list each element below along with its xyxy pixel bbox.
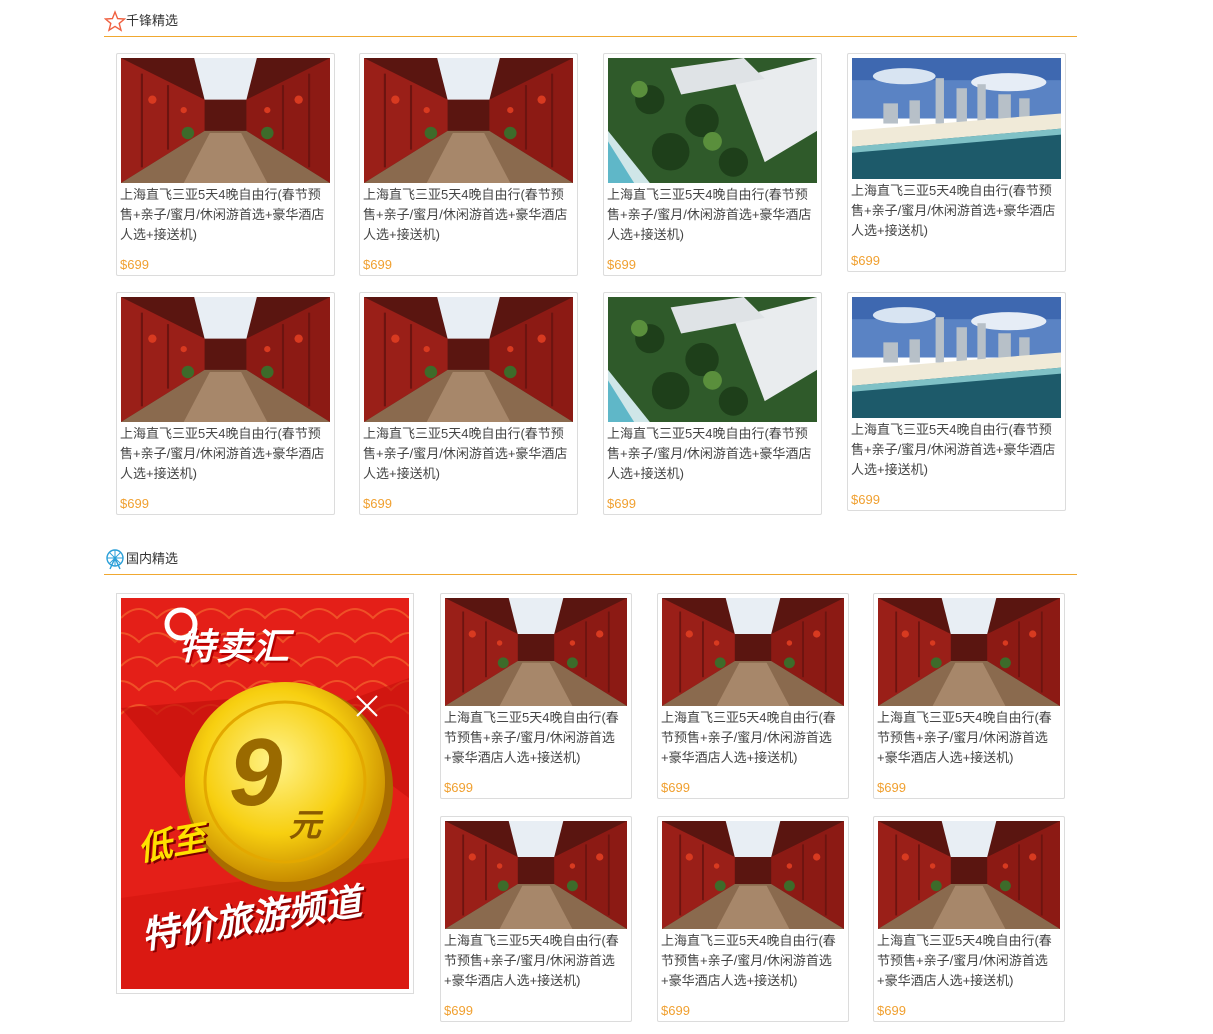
product-image[interactable] <box>662 598 844 706</box>
section-title-featured: 千锋精选 <box>126 13 179 28</box>
product-card[interactable]: 上海直飞三亚5天4晚自由行(春节预售+亲子/蜜月/休闲游首选+豪华酒店人选+接送… <box>603 53 822 276</box>
product-image[interactable] <box>121 297 330 422</box>
promo-image: 特卖汇 9 元 低至 特价旅游频道 <box>121 598 409 989</box>
product-title[interactable]: 上海直飞三亚5天4晚自由行(春节预售+亲子/蜜月/休闲游首选+豪华酒店人选+接送… <box>851 420 1062 480</box>
product-image[interactable] <box>445 821 627 929</box>
product-image[interactable] <box>608 58 817 183</box>
section-title-domestic: 国内精选 <box>126 551 179 566</box>
product-title[interactable]: 上海直飞三亚5天4晚自由行(春节预售+亲子/蜜月/休闲游首选+豪华酒店人选+接送… <box>120 424 331 484</box>
product-price: $699 <box>120 257 149 272</box>
product-card[interactable]: 上海直飞三亚5天4晚自由行(春节预售+亲子/蜜月/休闲游首选+豪华酒店人选+接送… <box>359 292 578 515</box>
product-card[interactable]: 上海直飞三亚5天4晚自由行(春节预售+亲子/蜜月/休闲游首选+豪华酒店人选+接送… <box>116 53 335 276</box>
product-card[interactable]: 上海直飞三亚5天4晚自由行(春节预售+亲子/蜜月/休闲游首选+豪华酒店人选+接送… <box>603 292 822 515</box>
promo-unit: 元 <box>289 807 322 843</box>
product-price: $699 <box>877 780 906 795</box>
product-title[interactable]: 上海直飞三亚5天4晚自由行(春节预售+亲子/蜜月/休闲游首选+豪华酒店人选+接送… <box>607 185 818 245</box>
product-price: $699 <box>363 257 392 272</box>
product-image[interactable] <box>878 598 1060 706</box>
product-title[interactable]: 上海直飞三亚5天4晚自由行(春节预售+亲子/蜜月/休闲游首选+豪华酒店人选+接送… <box>363 185 574 245</box>
product-price: $699 <box>877 1003 906 1018</box>
product-image[interactable] <box>364 58 573 183</box>
product-title[interactable]: 上海直飞三亚5天4晚自由行(春节预售+亲子/蜜月/休闲游首选+豪华酒店人选+接送… <box>444 931 628 991</box>
product-title[interactable]: 上海直飞三亚5天4晚自由行(春节预售+亲子/蜜月/休闲游首选+豪华酒店人选+接送… <box>877 931 1061 991</box>
product-price: $699 <box>444 780 473 795</box>
product-title[interactable]: 上海直飞三亚5天4晚自由行(春节预售+亲子/蜜月/休闲游首选+豪华酒店人选+接送… <box>877 708 1061 768</box>
product-card[interactable]: 上海直飞三亚5天4晚自由行(春节预售+亲子/蜜月/休闲游首选+豪华酒店人选+接送… <box>873 816 1065 1022</box>
product-price: $699 <box>851 492 880 507</box>
promo-amount: 9 <box>229 719 283 826</box>
product-image[interactable] <box>121 58 330 183</box>
product-card[interactable]: 上海直飞三亚5天4晚自由行(春节预售+亲子/蜜月/休闲游首选+豪华酒店人选+接送… <box>116 292 335 515</box>
product-price: $699 <box>444 1003 473 1018</box>
product-card[interactable]: 上海直飞三亚5天4晚自由行(春节预售+亲子/蜜月/休闲游首选+豪华酒店人选+接送… <box>657 816 849 1022</box>
product-image[interactable] <box>445 598 627 706</box>
product-price: $699 <box>661 1003 690 1018</box>
product-card[interactable]: 上海直飞三亚5天4晚自由行(春节预售+亲子/蜜月/休闲游首选+豪华酒店人选+接送… <box>847 292 1066 511</box>
product-card[interactable]: 上海直飞三亚5天4晚自由行(春节预售+亲子/蜜月/休闲游首选+豪华酒店人选+接送… <box>359 53 578 276</box>
product-title[interactable]: 上海直飞三亚5天4晚自由行(春节预售+亲子/蜜月/休闲游首选+豪华酒店人选+接送… <box>661 931 845 991</box>
product-price: $699 <box>661 780 690 795</box>
product-card[interactable]: 上海直飞三亚5天4晚自由行(春节预售+亲子/蜜月/休闲游首选+豪华酒店人选+接送… <box>440 593 632 799</box>
product-image[interactable] <box>852 297 1061 418</box>
product-card[interactable]: 上海直飞三亚5天4晚自由行(春节预售+亲子/蜜月/休闲游首选+豪华酒店人选+接送… <box>873 593 1065 799</box>
promo-logo: 特卖汇 <box>179 626 291 667</box>
product-title[interactable]: 上海直飞三亚5天4晚自由行(春节预售+亲子/蜜月/休闲游首选+豪华酒店人选+接送… <box>661 708 845 768</box>
product-title[interactable]: 上海直飞三亚5天4晚自由行(春节预售+亲子/蜜月/休闲游首选+豪华酒店人选+接送… <box>120 185 331 245</box>
section-header-domestic: 国内精选 <box>104 548 1077 575</box>
product-card[interactable]: 上海直飞三亚5天4晚自由行(春节预售+亲子/蜜月/休闲游首选+豪华酒店人选+接送… <box>847 53 1066 272</box>
product-title[interactable]: 上海直飞三亚5天4晚自由行(春节预售+亲子/蜜月/休闲游首选+豪华酒店人选+接送… <box>444 708 628 768</box>
product-image[interactable] <box>608 297 817 422</box>
section-header-featured: 千锋精选 <box>103 10 1077 37</box>
product-image[interactable] <box>852 58 1061 179</box>
product-image[interactable] <box>662 821 844 929</box>
product-image[interactable] <box>878 821 1060 929</box>
product-price: $699 <box>120 496 149 511</box>
ferris-wheel-icon <box>104 548 126 570</box>
product-price: $699 <box>851 253 880 268</box>
product-card[interactable]: 上海直飞三亚5天4晚自由行(春节预售+亲子/蜜月/休闲游首选+豪华酒店人选+接送… <box>657 593 849 799</box>
promo-banner[interactable]: 特卖汇 9 元 低至 特价旅游频道 <box>116 593 414 994</box>
product-card[interactable]: 上海直飞三亚5天4晚自由行(春节预售+亲子/蜜月/休闲游首选+豪华酒店人选+接送… <box>440 816 632 1022</box>
product-price: $699 <box>607 496 636 511</box>
product-image[interactable] <box>364 297 573 422</box>
product-price: $699 <box>363 496 392 511</box>
product-title[interactable]: 上海直飞三亚5天4晚自由行(春节预售+亲子/蜜月/休闲游首选+豪华酒店人选+接送… <box>363 424 574 484</box>
product-price: $699 <box>607 257 636 272</box>
product-title[interactable]: 上海直飞三亚5天4晚自由行(春节预售+亲子/蜜月/休闲游首选+豪华酒店人选+接送… <box>851 181 1062 241</box>
product-title[interactable]: 上海直飞三亚5天4晚自由行(春节预售+亲子/蜜月/休闲游首选+豪华酒店人选+接送… <box>607 424 818 484</box>
star-icon <box>103 10 127 32</box>
